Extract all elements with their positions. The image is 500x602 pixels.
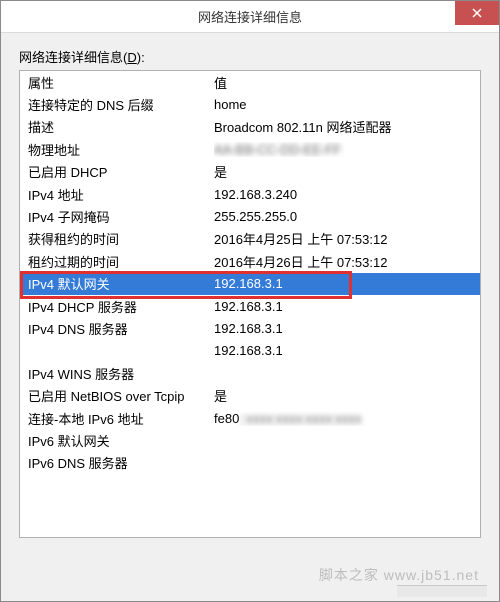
dialog-content: 网络连接详细信息(D): 属性 值 连接特定的 DNS 后缀home描述Broa… [1,33,499,601]
table-row[interactable]: IPv4 WINS 服务器 [20,362,480,384]
table-row[interactable]: 已启用 DHCP是 [20,161,480,183]
value-cell: 192.168.3.240 [214,187,472,202]
details-panel: 属性 值 连接特定的 DNS 后缀home描述Broadcom 802.11n … [19,70,481,538]
table-row[interactable]: 192.168.3.1 [20,340,480,362]
window-title: 网络连接详细信息 [198,7,302,26]
table-row[interactable]: 物理地址AA-BB-CC-DD-EE-FF [20,138,480,160]
property-cell: 物理地址 [28,140,214,159]
table-header: 属性 值 [20,71,480,93]
table-row[interactable]: IPv4 DNS 服务器192.168.3.1 [20,317,480,339]
button-area-cut [397,585,487,597]
value-cell: 255.255.255.0 [214,209,472,224]
table-row[interactable]: IPv4 默认网关192.168.3.1 [20,273,480,295]
property-cell: IPv4 地址 [28,185,214,204]
titlebar: 网络连接详细信息 [1,1,499,33]
property-cell: IPv4 DNS 服务器 [28,319,214,338]
property-cell: 已启用 NetBIOS over Tcpip [28,386,214,405]
property-cell: IPv6 DNS 服务器 [28,453,214,472]
value-cell: 2016年4月25日 上午 07:53:12 [214,229,472,248]
property-cell: IPv4 子网掩码 [28,207,214,226]
property-cell: 连接特定的 DNS 后缀 [28,95,214,114]
value-cell: Broadcom 802.11n 网络适配器 [214,117,472,136]
table-row[interactable]: IPv4 DHCP 服务器192.168.3.1 [20,295,480,317]
value-cell: home [214,97,472,112]
table-row[interactable]: 描述Broadcom 802.11n 网络适配器 [20,116,480,138]
property-cell: IPv4 WINS 服务器 [28,364,214,383]
property-cell: IPv4 DHCP 服务器 [28,297,214,316]
header-value: 值 [214,73,472,92]
table-row[interactable]: IPv4 地址192.168.3.240 [20,183,480,205]
table-row[interactable]: IPv6 默认网关 [20,429,480,451]
value-cell: 是 [214,162,472,181]
value-cell: 192.168.3.1 [214,321,472,336]
table-row[interactable]: 租约过期的时间2016年4月26日 上午 07:53:12 [20,250,480,272]
close-button[interactable] [455,1,499,25]
close-icon [472,8,482,18]
header-property: 属性 [28,73,214,92]
property-cell: 描述 [28,117,214,136]
property-cell: 连接-本地 IPv6 地址 [28,409,214,428]
value-cell: 192.168.3.1 [214,343,472,358]
value-cell: 192.168.3.1 [214,299,472,314]
property-cell: IPv4 默认网关 [28,274,214,293]
dialog-window: 网络连接详细信息 网络连接详细信息(D): 属性 值 连接特定的 DNS 后缀h… [0,0,500,602]
table-row[interactable]: IPv4 子网掩码255.255.255.0 [20,205,480,227]
property-cell: 租约过期的时间 [28,252,214,271]
property-cell: IPv6 默认网关 [28,431,214,450]
table-row[interactable]: 连接-本地 IPv6 地址fe80::xxxx:xxxx:xxxx:xxxx [20,407,480,429]
table-row[interactable]: IPv6 DNS 服务器 [20,452,480,474]
table-row[interactable]: 获得租约的时间2016年4月25日 上午 07:53:12 [20,228,480,250]
property-cell: 获得租约的时间 [28,229,214,248]
section-label: 网络连接详细信息(D): [19,47,481,66]
table-row[interactable]: 已启用 NetBIOS over Tcpip是 [20,384,480,406]
rows-container: 连接特定的 DNS 后缀home描述Broadcom 802.11n 网络适配器… [20,93,480,474]
property-cell: 已启用 DHCP [28,162,214,181]
value-cell: fe80::xxxx:xxxx:xxxx:xxxx [214,411,472,426]
value-cell: AA-BB-CC-DD-EE-FF [214,142,472,157]
value-cell: 192.168.3.1 [214,276,472,291]
value-cell: 是 [214,386,472,405]
value-cell: 2016年4月26日 上午 07:53:12 [214,252,472,271]
table-row[interactable]: 连接特定的 DNS 后缀home [20,93,480,115]
